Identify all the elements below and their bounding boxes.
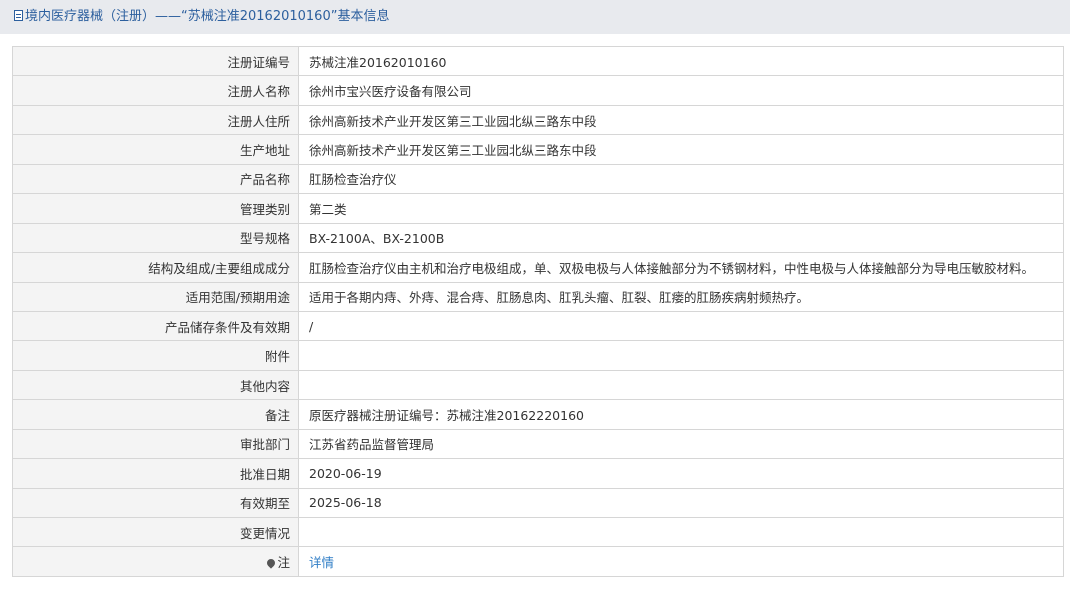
table-row: 生产地址 徐州高新技术产业开发区第三工业园北纵三路东中段 (12, 134, 1064, 165)
row-label: 注册人住所 (12, 104, 299, 136)
row-value: 适用于各期内痔、外痔、混合痔、肛肠息肉、肛乳头瘤、肛裂、肛瘘的肛肠疾病射频热疗。 (298, 281, 1064, 312)
row-value: / (298, 310, 1064, 342)
row-value: 徐州市宝兴医疗设备有限公司 (298, 75, 1064, 106)
row-label: 生产地址 (12, 134, 299, 165)
row-value: 第二类 (298, 193, 1064, 224)
document-icon (14, 10, 23, 21)
row-value: 肛肠检查治疗仪由主机和治疗电极组成，单、双极电极与人体接触部分为不锈钢材料，中性… (298, 252, 1064, 283)
row-value: 2025-06-18 (298, 487, 1064, 519)
page-title: 境内医疗器械（注册）——“苏械注准20162010160”基本信息 (25, 9, 390, 24)
note-value-cell: 详情 (298, 546, 1064, 577)
details-link[interactable]: 详情 (309, 555, 334, 570)
table-row: 注册人住所 徐州高新技术产业开发区第三工业园北纵三路东中段 (12, 104, 1064, 136)
row-label: 型号规格 (12, 222, 299, 254)
row-label: 批准日期 (12, 458, 299, 489)
row-label: 产品储存条件及有效期 (12, 310, 299, 342)
table-row: 注册人名称 徐州市宝兴医疗设备有限公司 (12, 75, 1064, 106)
table-row: 结构及组成/主要组成成分 肛肠检查治疗仪由主机和治疗电极组成，单、双极电极与人体… (12, 252, 1064, 283)
row-label: 产品名称 (12, 163, 299, 195)
table-row: 产品储存条件及有效期 / (12, 310, 1064, 342)
table-row: 备注 原医疗器械注册证编号：苏械注准20162220160 (12, 399, 1064, 430)
row-label: 管理类别 (12, 193, 299, 224)
table-row: 审批部门 江苏省药品监督管理局 (12, 428, 1064, 460)
info-table: 注册证编号 苏械注准20162010160 注册人名称 徐州市宝兴医疗设备有限公… (12, 45, 1064, 577)
row-value: 原医疗器械注册证编号：苏械注准20162220160 (298, 399, 1064, 430)
row-label: 其他内容 (12, 369, 299, 401)
row-label: 变更情况 (12, 516, 299, 548)
note-label-cell: 注 (12, 546, 299, 577)
row-value: 徐州高新技术产业开发区第三工业园北纵三路东中段 (298, 104, 1064, 136)
row-value: 徐州高新技术产业开发区第三工业园北纵三路东中段 (298, 134, 1064, 165)
row-label: 结构及组成/主要组成成分 (12, 252, 299, 283)
row-label: 注册证编号 (12, 45, 299, 77)
table-row: 产品名称 肛肠检查治疗仪 (12, 163, 1064, 195)
row-value: 江苏省药品监督管理局 (298, 428, 1064, 460)
table-row: 批准日期 2020-06-19 (12, 458, 1064, 489)
table-row: 型号规格 BX-2100A、BX-2100B (12, 222, 1064, 254)
row-label: 注册人名称 (12, 75, 299, 106)
row-value: 肛肠检查治疗仪 (298, 163, 1064, 195)
row-value (298, 369, 1064, 401)
table-row: 其他内容 (12, 369, 1064, 401)
row-value: BX-2100A、BX-2100B (298, 222, 1064, 254)
row-value: 苏械注准20162010160 (298, 45, 1064, 77)
row-value (298, 340, 1064, 371)
table-row: 变更情况 (12, 516, 1064, 548)
row-value (298, 516, 1064, 548)
page-header: 境内医疗器械（注册）——“苏械注准20162010160”基本信息 (0, 0, 1070, 34)
row-label: 适用范围/预期用途 (12, 281, 299, 312)
note-row: 注 详情 (12, 546, 1064, 577)
row-label: 审批部门 (12, 428, 299, 460)
table-row: 管理类别 第二类 (12, 193, 1064, 224)
table-row: 有效期至 2025-06-18 (12, 487, 1064, 519)
row-label: 有效期至 (12, 487, 299, 519)
note-label: 注 (277, 555, 290, 571)
row-value: 2020-06-19 (298, 458, 1064, 489)
row-label: 附件 (12, 340, 299, 371)
table-row: 附件 (12, 340, 1064, 371)
row-label: 备注 (12, 399, 299, 430)
pin-icon (265, 557, 278, 569)
table-row: 注册证编号 苏械注准20162010160 (12, 45, 1064, 77)
table-row: 适用范围/预期用途 适用于各期内痔、外痔、混合痔、肛肠息肉、肛乳头瘤、肛裂、肛瘘… (12, 281, 1064, 312)
